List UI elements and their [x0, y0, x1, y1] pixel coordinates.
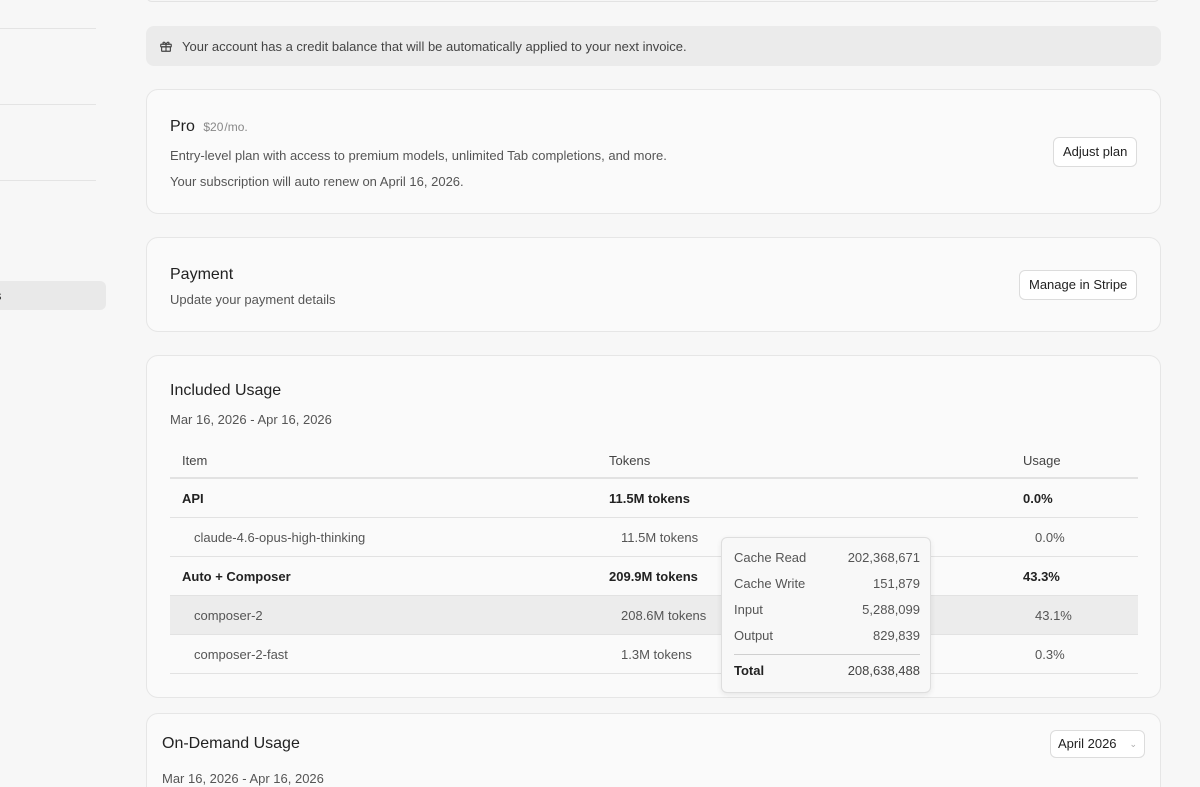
- tooltip-value: 5,288,099: [862, 602, 920, 617]
- tooltip-label: Total: [734, 663, 765, 678]
- tooltip-row-input: Input 5,288,099: [734, 602, 920, 622]
- included-usage-period: Mar 16, 2026 - Apr 16, 2026: [170, 412, 332, 427]
- row-item: Auto + Composer: [182, 569, 291, 584]
- row-item: API: [182, 491, 204, 506]
- notice-text: Your account has a credit balance that w…: [182, 38, 687, 54]
- table-row[interactable]: Auto + Composer 209.9M tokens 43.3%: [170, 557, 1138, 596]
- tooltip-row-total: Total 208,638,488: [734, 663, 920, 683]
- on-demand-period: Mar 16, 2026 - Apr 16, 2026: [162, 771, 324, 786]
- row-item: composer-2: [194, 608, 263, 623]
- on-demand-usage-card: On-Demand Usage Mar 16, 2026 - Apr 16, 2…: [146, 713, 1161, 787]
- plan-price: $20: [203, 120, 224, 134]
- chevron-down-icon: ⌄: [1129, 739, 1137, 749]
- row-tokens: 208.6M tokens: [621, 608, 707, 623]
- row-usage: 43.3%: [1023, 569, 1060, 584]
- month-select-value: April 2026: [1058, 736, 1117, 751]
- payment-title: Payment: [170, 266, 234, 283]
- gift-icon: [160, 41, 172, 52]
- usage-table: Item Tokens Usage API 11.5M tokens 0.0% …: [170, 444, 1138, 674]
- sidebar-divider: [0, 180, 96, 181]
- row-tokens: 1.3M tokens: [621, 647, 692, 662]
- tooltip-label: Cache Read: [734, 550, 807, 565]
- tooltip-row-cache-write: Cache Write 151,879: [734, 576, 920, 596]
- plan-period: /mo.: [224, 120, 248, 134]
- tooltip-value: 202,368,671: [847, 550, 920, 565]
- tooltip-label: Cache Write: [734, 576, 806, 591]
- row-tokens: 11.5M tokens: [621, 530, 699, 545]
- row-usage: 0.0%: [1023, 491, 1053, 506]
- manage-in-stripe-button[interactable]: Manage in Stripe: [1019, 270, 1138, 300]
- row-tokens: 209.9M tokens: [609, 569, 698, 584]
- row-item: composer-2-fast: [194, 647, 288, 662]
- sidebar-item-label: s: [0, 281, 2, 310]
- tooltip-row-cache-read: Cache Read 202,368,671: [734, 550, 920, 570]
- tooltip-divider: [734, 654, 920, 655]
- adjust-plan-button[interactable]: Adjust plan: [1053, 137, 1138, 167]
- plan-name: Pro: [170, 118, 195, 135]
- token-breakdown-tooltip: Cache Read 202,368,671 Cache Write 151,8…: [721, 537, 931, 693]
- payment-subtitle: Update your payment details: [170, 292, 336, 307]
- plan-renewal: Your subscription will auto renew on Apr…: [170, 174, 464, 189]
- table-row[interactable]: composer-2 208.6M tokens 43.1%: [170, 596, 1138, 635]
- table-row[interactable]: composer-2-fast 1.3M tokens 0.3%: [170, 635, 1138, 674]
- payment-card: Payment Update your payment details Mana…: [146, 237, 1161, 332]
- row-item: claude-4.6-opus-high-thinking: [194, 530, 366, 545]
- tooltip-label: Input: [734, 602, 763, 617]
- row-usage: 0.3%: [1035, 647, 1065, 662]
- included-usage-title: Included Usage: [170, 382, 282, 399]
- column-header-tokens: Tokens: [609, 453, 651, 468]
- tooltip-value: 208,638,488: [847, 663, 920, 678]
- column-header-usage: Usage: [1023, 453, 1061, 468]
- plan-card: Pro $20/mo. Entry-level plan with access…: [146, 89, 1161, 214]
- sidebar-item-active[interactable]: s: [0, 281, 106, 310]
- credit-balance-notice: Your account has a credit balance that w…: [146, 26, 1161, 66]
- on-demand-title: On-Demand Usage: [162, 735, 300, 752]
- sidebar-divider: [0, 104, 96, 105]
- included-usage-card: Included Usage Mar 16, 2026 - Apr 16, 20…: [146, 355, 1161, 698]
- previous-card-edge: [146, 0, 1160, 2]
- tooltip-row-output: Output 829,839: [734, 628, 920, 648]
- row-usage: 43.1%: [1035, 608, 1072, 623]
- table-row[interactable]: API 11.5M tokens 0.0%: [170, 479, 1138, 518]
- sidebar-divider: [0, 28, 96, 29]
- column-header-item: Item: [182, 453, 208, 468]
- table-header: Item Tokens Usage: [170, 444, 1138, 479]
- plan-title: Pro $20/mo.: [170, 118, 248, 136]
- sidebar: s: [0, 0, 120, 787]
- table-row[interactable]: claude-4.6-opus-high-thinking 11.5M toke…: [170, 518, 1138, 557]
- tooltip-value: 151,879: [873, 576, 920, 591]
- row-usage: 0.0%: [1035, 530, 1065, 545]
- tooltip-label: Output: [734, 628, 774, 643]
- month-select[interactable]: April 2026 ⌄: [1050, 730, 1145, 758]
- tooltip-value: 829,839: [873, 628, 920, 643]
- row-tokens: 11.5M tokens: [609, 491, 690, 506]
- plan-description: Entry-level plan with access to premium …: [170, 148, 667, 163]
